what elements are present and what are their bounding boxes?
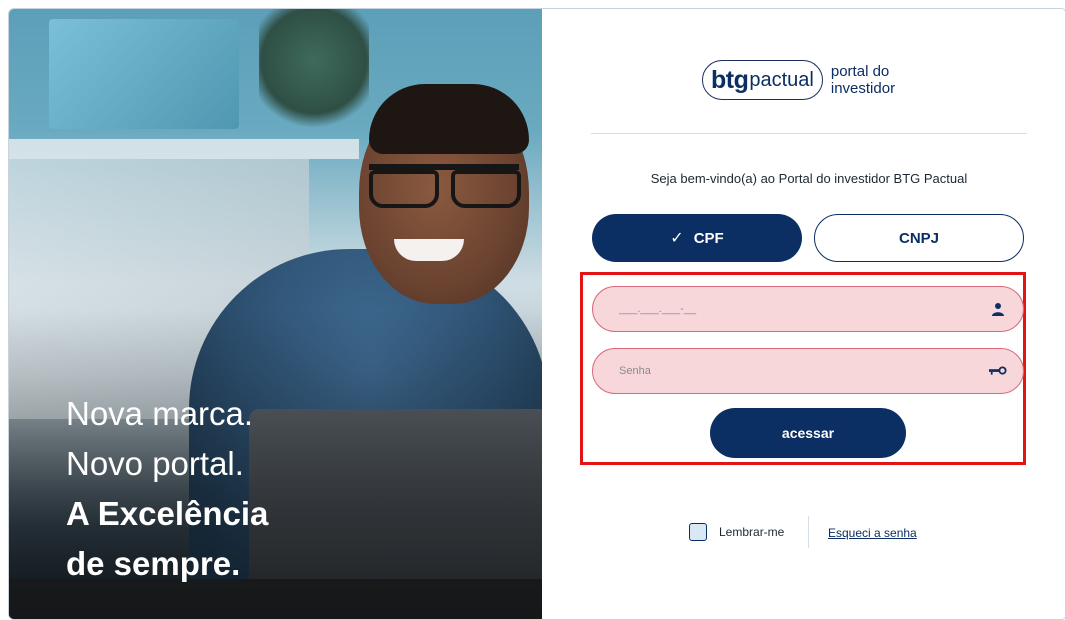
remember-me-label: Lembrar-me [719,525,785,539]
logo-subtitle: portal do investidor [831,63,895,97]
password-input[interactable] [617,364,989,378]
background-plant [259,9,369,139]
welcome-text: Seja bem-vindo(a) ao Portal do investido… [650,171,968,186]
access-button[interactable]: acessar [710,408,906,458]
cpf-toggle-button[interactable]: ✓ CPF [592,214,802,262]
login-panel: btg pactual portal do investidor Seja be… [542,9,1065,619]
tagline-line-3: A Excelência [66,495,269,532]
cnpj-toggle-label: CNPJ [898,229,939,247]
person-hair [369,84,529,154]
tagline-line-2: Novo portal. [66,445,244,482]
brand-logo: btg pactual portal do investidor [702,55,895,105]
person-glasses [369,164,521,208]
logo-brand: btg [711,65,749,94]
background-shelf [9,139,359,159]
cnpj-toggle-button[interactable]: CNPJ [814,214,1024,262]
password-field[interactable] [592,348,1024,394]
logo-mark: btg pactual [702,60,823,100]
tagline-line-4: de sempre. [66,545,241,582]
cpf-toggle-label: CPF [693,229,724,247]
background-window [49,19,239,129]
checkmark-icon: ✓ [670,230,684,247]
remember-me-checkbox[interactable] [689,523,707,541]
tagline-line-1: Nova marca. [66,395,254,432]
forgot-password-link[interactable]: Esqueci a senha [828,526,917,540]
hero-image: Nova marca. Novo portal. A Excelência de… [9,9,542,619]
user-icon [989,300,1007,318]
remember-me[interactable]: Lembrar-me [689,523,784,541]
logo-subtitle-line-1: portal do [830,63,890,80]
cpf-input[interactable] [617,302,989,316]
logo-brand-suffix: pactual [749,68,814,91]
key-icon [989,362,1007,380]
header-divider [591,133,1027,134]
login-page: Nova marca. Novo portal. A Excelência de… [8,8,1065,620]
person-smile [394,239,464,261]
cpf-field[interactable] [592,286,1024,332]
hero-tagline: Nova marca. Novo portal. A Excelência de… [66,389,268,589]
footer-separator [808,516,809,548]
logo-subtitle-line-2: investidor [830,80,896,97]
